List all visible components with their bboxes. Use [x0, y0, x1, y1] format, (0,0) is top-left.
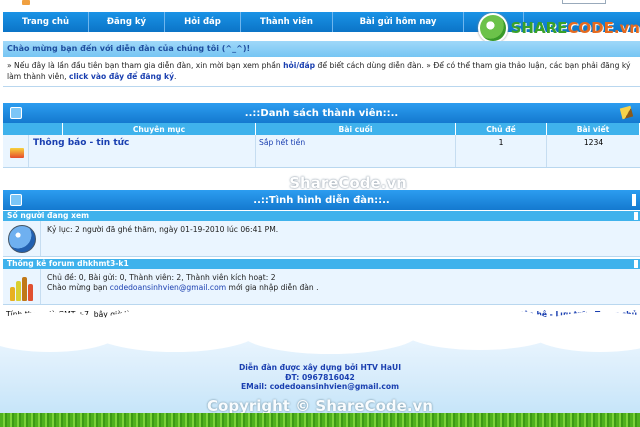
forum-table-header: Chuyên mục Bài cuối Chủ đề Bài viết	[3, 123, 640, 135]
folder-icon	[10, 148, 24, 158]
nav-members[interactable]: Thành viên	[241, 12, 333, 32]
bottles-icon	[10, 273, 33, 301]
members-section-title: ..::Danh sách thành viên::..	[244, 107, 399, 119]
header-posts: Bài viết	[547, 123, 640, 135]
online-icon-cell	[3, 221, 41, 256]
stats-row: Chủ đề: 0, Bài gửi: 0, Thành viên: 2, Th…	[3, 269, 640, 305]
last-post-link[interactable]: Sắp hết tiền	[256, 135, 455, 147]
header-last-post: Bài cuối	[256, 123, 456, 135]
welcome-bar: Chào mừng bạn đến với diễn đàn của chúng…	[3, 41, 640, 57]
search-box[interactable]	[562, 0, 606, 4]
new-member-link[interactable]: codedoansinhvien@gmail.com	[110, 283, 226, 292]
cloud-decoration	[240, 310, 420, 354]
stats-line: Chủ đề: 0, Bài gửi: 0, Thành viên: 2, Th…	[47, 273, 276, 282]
header-forum: Chuyên mục	[63, 123, 256, 135]
register-link[interactable]: click vào đây để đăng ký	[69, 72, 174, 81]
online-subheader: Số người đang xem	[3, 211, 640, 221]
nav-faq[interactable]: Hỏi đáp	[165, 12, 241, 32]
stats-icon-cell	[3, 269, 41, 304]
table-row: Thông báo - tin tức Sắp hết tiền 1 1234	[3, 135, 640, 168]
last-post-cell: Sắp hết tiền	[256, 135, 456, 167]
page-footer: Diễn đàn được xây dựng bởi HTV HaUI ĐT: …	[0, 308, 640, 427]
nav-register[interactable]: Đăng ký	[89, 12, 165, 32]
sharecode-logo-icon	[478, 13, 508, 43]
new-member-line: Chào mừng bạn codedoansinhvien@gmail.com…	[47, 283, 319, 292]
intro-part1: » Nếu đây là lần đầu tiên bạn tham gia d…	[7, 61, 284, 70]
stats-text: Chủ đề: 0, Bài gửi: 0, Thành viên: 2, Th…	[41, 269, 319, 304]
nav-home[interactable]: Trang chủ	[3, 12, 89, 32]
intro-text: » Nếu đây là lần đầu tiên bạn tham gia d…	[3, 57, 640, 87]
stats-title: Thống kê forum dhkhmt3-k1	[7, 259, 129, 268]
forum-icon-cell	[3, 135, 29, 167]
sharecode-logo-text: SHARECODE.vn	[510, 19, 640, 37]
nav-today-posts[interactable]: Bài gửi hôm nay	[333, 12, 464, 32]
intro-part3: .	[174, 72, 177, 81]
forum-title-link[interactable]: Thông báo - tin tức	[29, 135, 255, 148]
globe-icon	[7, 224, 36, 253]
posts-count: 1234	[583, 138, 604, 147]
cloud-decoration	[90, 308, 260, 352]
window-icon	[10, 194, 22, 206]
online-record: Kỷ lục: 2 người đã ghé thăm, ngày 01-19-…	[47, 225, 279, 234]
stats-subheader: Thống kê forum dhkhmt3-k1	[3, 259, 640, 269]
header-tail	[632, 194, 636, 206]
footer-line-1: Diễn đàn được xây dựng bởi HTV HaUI	[238, 363, 402, 372]
pencil-icon[interactable]	[619, 105, 634, 120]
status-section-title: ..::Tình hình diễn đàn::..	[253, 194, 390, 206]
grass-decoration	[0, 413, 640, 427]
members-section-header: ..::Danh sách thành viên::..	[3, 103, 640, 123]
footer-credits: Diễn đàn được xây dựng bởi HTV HaUI ĐT: …	[0, 363, 640, 392]
subheader-tail	[634, 212, 638, 220]
cloud-decoration	[530, 312, 640, 352]
window-icon	[10, 107, 22, 119]
subheader-tail	[634, 260, 638, 268]
forum-cell: Thông báo - tin tức	[29, 135, 256, 167]
online-row: Kỷ lục: 2 người đã ghé thăm, ngày 01-19-…	[3, 221, 640, 257]
faq-link[interactable]: hỏi/đáp	[283, 61, 315, 70]
topics-count: 1	[456, 135, 547, 167]
header-icon-col	[3, 123, 63, 135]
header-mini-icon	[22, 0, 30, 5]
status-section-header: ..::Tình hình diễn đàn::..	[3, 190, 640, 210]
footer-line-2: ĐT: 0967816042	[285, 372, 355, 382]
header-topics: Chủ đề	[456, 123, 547, 135]
online-title: Số người đang xem	[7, 211, 90, 220]
footer-line-3: EMail: codedoansinhvien@gmail.com	[240, 382, 400, 391]
